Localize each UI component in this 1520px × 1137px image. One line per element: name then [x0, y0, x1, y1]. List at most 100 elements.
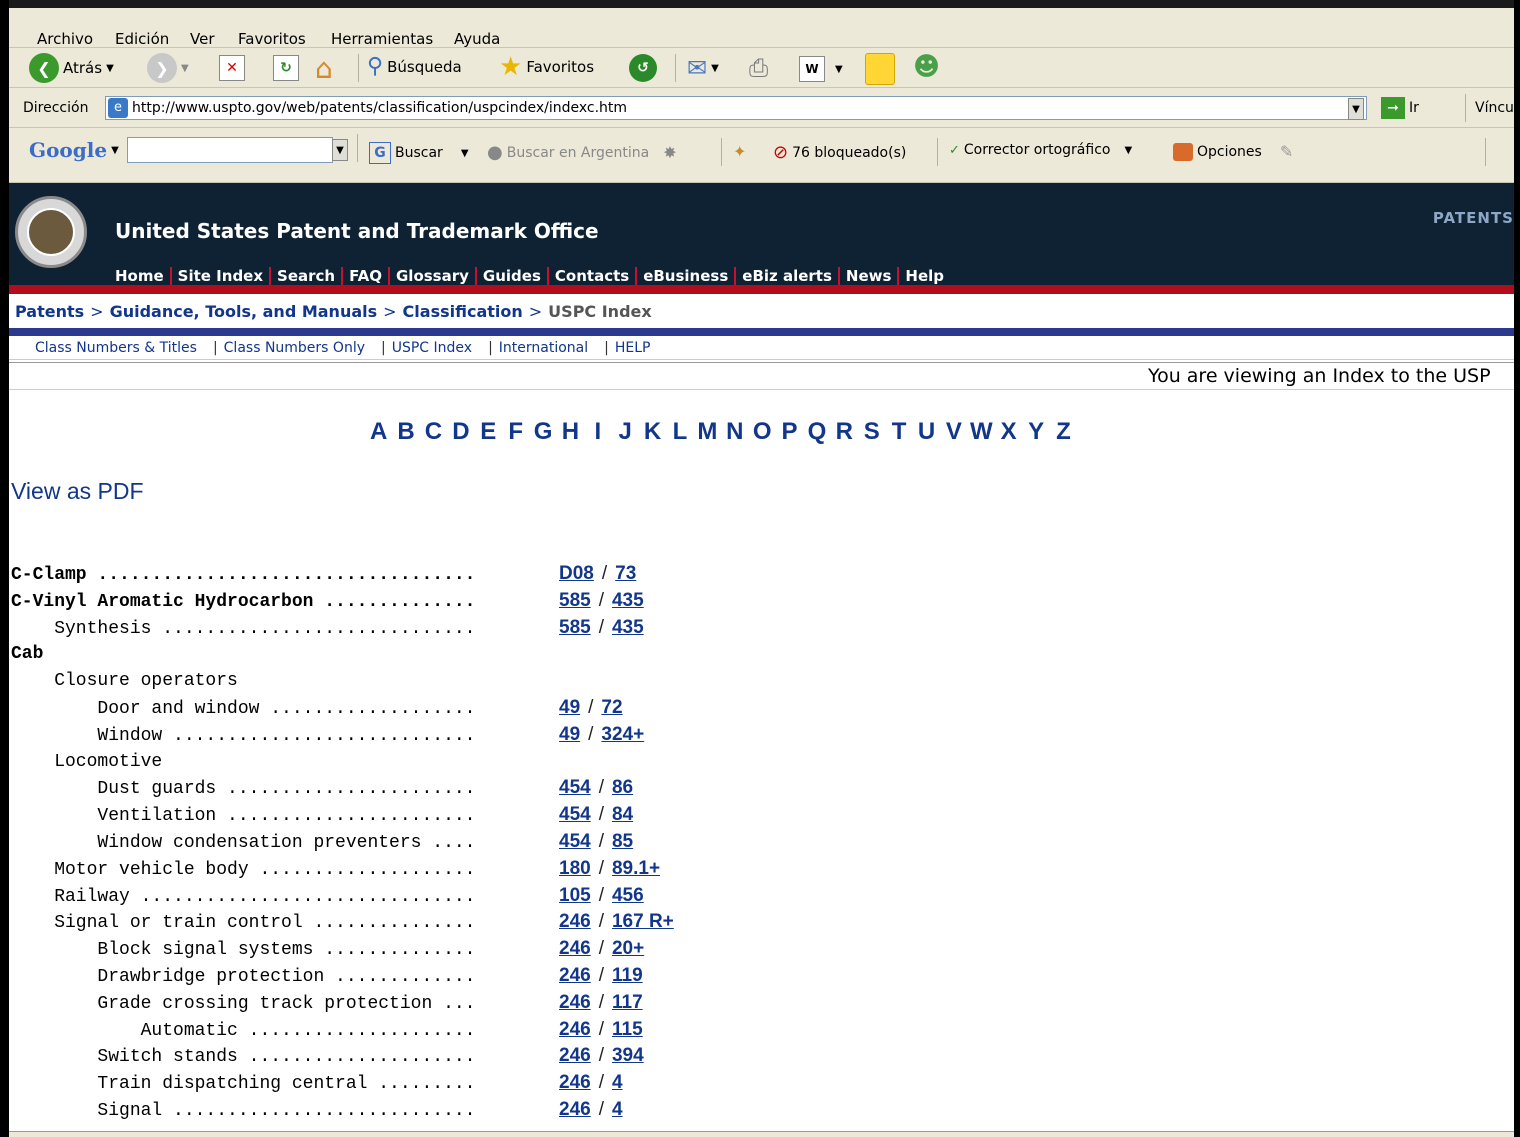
letter-link-s[interactable]: S — [858, 418, 885, 446]
subclass-number-link[interactable]: 324+ — [601, 724, 644, 745]
letter-link-i[interactable]: I — [584, 418, 611, 446]
links-label[interactable]: Víncu — [1475, 100, 1514, 116]
class-number-link[interactable]: 246 — [559, 1099, 591, 1120]
nav-help[interactable]: Help — [905, 267, 944, 285]
address-url[interactable]: http://www.uspto.gov/web/patents/classif… — [132, 100, 627, 116]
spellcheck-button[interactable]: ✓ Corrector ortográfico ▼ — [949, 142, 1132, 158]
highlighter-icon[interactable]: ✎ — [1280, 142, 1293, 161]
class-number-link[interactable]: 246 — [559, 992, 591, 1013]
subclass-number-link[interactable]: 73 — [615, 563, 636, 584]
google-search-button[interactable]: G Buscar ▼ — [369, 142, 469, 164]
class-number-link[interactable]: 180 — [559, 858, 591, 879]
class-number-link[interactable]: 585 — [559, 617, 591, 638]
class-number-link[interactable]: 246 — [559, 1019, 591, 1040]
nav-glossary[interactable]: Glossary — [396, 267, 469, 285]
letter-link-k[interactable]: K — [639, 418, 666, 446]
address-dropdown-icon[interactable]: ▼ — [1348, 98, 1364, 120]
letter-link-m[interactable]: M — [694, 418, 721, 446]
letter-link-c[interactable]: C — [420, 418, 447, 446]
class-number-link[interactable]: 246 — [559, 938, 591, 959]
forward-dropdown-icon[interactable]: ▼ — [181, 63, 189, 74]
nav-faq[interactable]: FAQ — [349, 267, 382, 285]
letter-link-b[interactable]: B — [392, 418, 419, 446]
google-search-input[interactable] — [127, 137, 333, 163]
letter-link-u[interactable]: U — [913, 418, 940, 446]
subclass-number-link[interactable]: 4 — [612, 1072, 623, 1093]
back-dropdown-icon[interactable]: ▼ — [106, 63, 114, 74]
menu-ayuda[interactable]: Ayuda — [454, 30, 500, 48]
letter-link-p[interactable]: P — [776, 418, 803, 446]
pagerank-button[interactable]: ✦ — [733, 142, 746, 161]
subclass-number-link[interactable]: 167 R+ — [612, 911, 674, 932]
subclass-number-link[interactable]: 115 — [612, 1019, 643, 1040]
google-dropdown-icon[interactable]: ▼ — [111, 145, 119, 156]
subclass-number-link[interactable]: 435 — [612, 617, 644, 638]
nav-news[interactable]: News — [846, 267, 892, 285]
class-number-link[interactable]: 454 — [559, 777, 591, 798]
letter-link-x[interactable]: X — [995, 418, 1022, 446]
subnav-class-numbers-titles[interactable]: Class Numbers & Titles — [35, 340, 197, 356]
class-number-link[interactable]: 246 — [559, 1045, 591, 1066]
menu-favoritos[interactable]: Favoritos — [238, 30, 306, 48]
subclass-number-link[interactable]: 20+ — [612, 938, 644, 959]
class-number-link[interactable]: D08 — [559, 563, 594, 584]
letter-link-v[interactable]: V — [940, 418, 967, 446]
letter-link-y[interactable]: Y — [1022, 418, 1049, 446]
stop-button[interactable]: ✕ — [219, 55, 245, 81]
search-argentina-button[interactable]: ● Buscar en Argentina ✸ — [487, 142, 677, 163]
subclass-number-link[interactable]: 435 — [612, 590, 644, 611]
view-pdf-link[interactable]: View as PDF — [11, 478, 144, 505]
nav-ebiz-alerts[interactable]: eBiz alerts — [742, 267, 832, 285]
letter-link-w[interactable]: W — [968, 418, 995, 446]
options-button[interactable]: Opciones ✎ — [1173, 142, 1293, 161]
history-button[interactable]: ↺ — [629, 54, 657, 82]
letter-link-a[interactable]: A — [365, 418, 392, 446]
nav-contacts[interactable]: Contacts — [555, 267, 629, 285]
subclass-number-link[interactable]: 117 — [612, 992, 643, 1013]
popup-blocker-button[interactable]: ⊘ 76 bloqueado(s) — [773, 142, 906, 163]
letter-link-l[interactable]: L — [666, 418, 693, 446]
patents-corner-label[interactable]: PATENTS — [1433, 209, 1514, 227]
class-number-link[interactable]: 246 — [559, 965, 591, 986]
menu-ver[interactable]: Ver — [190, 30, 215, 48]
print-button[interactable]: ⎙ — [749, 54, 768, 82]
subnav-international[interactable]: International — [499, 340, 588, 356]
breadcrumb-classification[interactable]: Classification — [403, 302, 523, 321]
notes-button[interactable] — [865, 53, 895, 85]
forward-button[interactable]: ❯ ▼ — [147, 53, 189, 83]
letter-link-g[interactable]: G — [529, 418, 556, 446]
search-dropdown-icon[interactable]: ▼ — [461, 148, 469, 159]
subclass-number-link[interactable]: 84 — [612, 804, 633, 825]
subclass-number-link[interactable]: 4 — [612, 1099, 623, 1120]
subclass-number-link[interactable]: 86 — [612, 777, 633, 798]
nav-site-index[interactable]: Site Index — [178, 267, 263, 285]
nav-home[interactable]: Home — [115, 267, 164, 285]
letter-link-d[interactable]: D — [447, 418, 474, 446]
subclass-number-link[interactable]: 456 — [612, 885, 644, 906]
nav-search[interactable]: Search — [277, 267, 335, 285]
breadcrumb-patents[interactable]: Patents — [15, 302, 84, 321]
class-number-link[interactable]: 454 — [559, 804, 591, 825]
class-number-link[interactable]: 454 — [559, 831, 591, 852]
subclass-number-link[interactable]: 394 — [612, 1045, 644, 1066]
breadcrumb-guidance[interactable]: Guidance, Tools, and Manuals — [110, 302, 378, 321]
letter-link-o[interactable]: O — [748, 418, 775, 446]
edit-dropdown-icon[interactable]: ▼ — [835, 64, 843, 75]
menu-herramientas[interactable]: Herramientas — [331, 30, 433, 48]
edit-button[interactable]: W ▼ — [799, 56, 843, 82]
subclass-number-link[interactable]: 85 — [612, 831, 633, 852]
spellcheck-dropdown-icon[interactable]: ▼ — [1124, 145, 1132, 156]
nav-ebusiness[interactable]: eBusiness — [643, 267, 728, 285]
letter-link-t[interactable]: T — [885, 418, 912, 446]
letter-link-r[interactable]: R — [831, 418, 858, 446]
search-button[interactable]: ⚲ Búsqueda — [367, 54, 462, 79]
subnav-help[interactable]: HELP — [615, 340, 651, 356]
letter-link-n[interactable]: N — [721, 418, 748, 446]
class-number-link[interactable]: 246 — [559, 911, 591, 932]
letter-link-j[interactable]: J — [612, 418, 639, 446]
class-number-link[interactable]: 49 — [559, 724, 580, 745]
subclass-number-link[interactable]: 119 — [612, 965, 643, 986]
address-input[interactable]: e http://www.uspto.gov/web/patents/class… — [105, 96, 1367, 120]
uspto-seal-logo[interactable] — [15, 196, 87, 268]
go-button[interactable]: ➞ Ir — [1381, 97, 1419, 119]
